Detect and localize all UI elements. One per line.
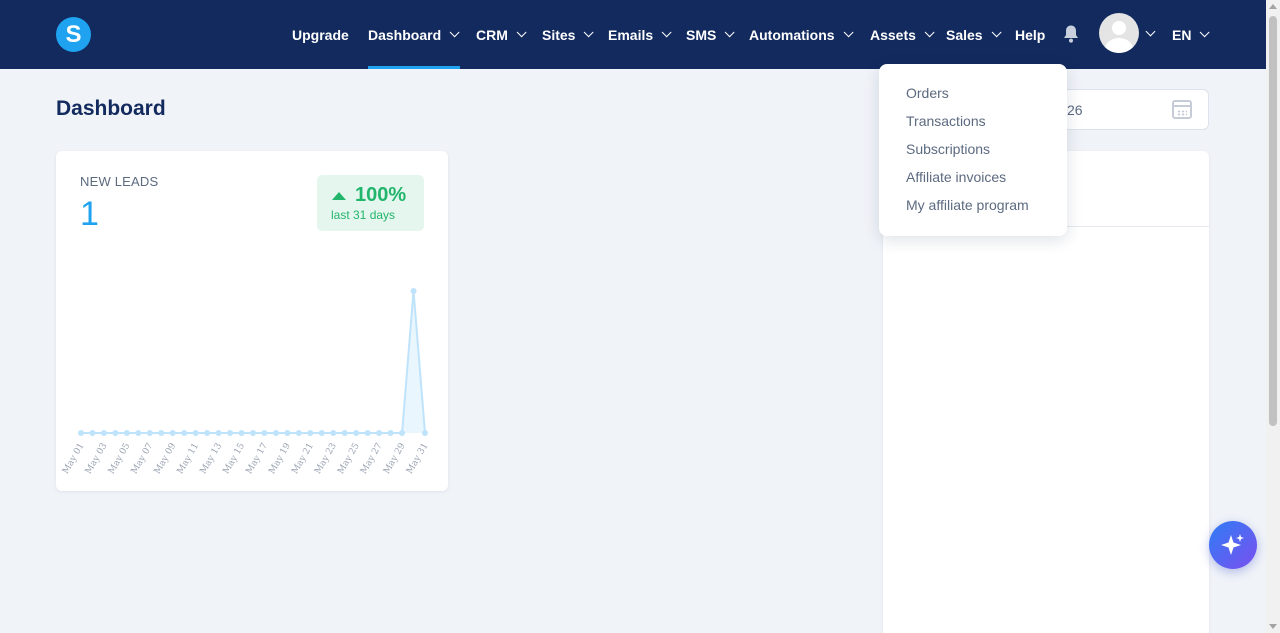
chart-point xyxy=(215,430,222,436)
nav-sms-label: SMS xyxy=(686,26,717,43)
nav-upgrade[interactable]: Upgrade xyxy=(292,0,349,69)
chart-point xyxy=(192,430,199,436)
chart-point xyxy=(272,430,279,436)
x-tick-label: May 21 xyxy=(290,442,316,476)
nav-sales[interactable]: Sales xyxy=(946,0,1002,69)
page-title: Dashboard xyxy=(56,97,166,120)
menu-item-subscriptions[interactable]: Subscriptions xyxy=(906,141,990,157)
chart-point xyxy=(146,430,153,436)
menu-item-transactions[interactable]: Transactions xyxy=(906,113,986,129)
nav-automations-label: Automations xyxy=(749,26,835,43)
nav-assets-label: Assets xyxy=(870,26,916,43)
chart-point xyxy=(410,288,417,294)
nav-dashboard[interactable]: Dashboard xyxy=(368,0,460,69)
chevron-down-icon xyxy=(991,27,1002,38)
chart-point xyxy=(135,430,142,436)
x-tick-label: May 11 xyxy=(176,442,202,476)
chart-point xyxy=(422,430,428,436)
brand-logo[interactable]: S xyxy=(56,17,91,52)
nav-help-label: Help xyxy=(1015,26,1046,43)
nav-assets[interactable]: Assets xyxy=(870,0,935,69)
new-leads-card: NEW LEADS 1 100% last 31 days May 01 May … xyxy=(56,151,448,491)
x-tick-label: May 01 xyxy=(61,442,87,476)
chart-point xyxy=(158,430,165,436)
chart-point xyxy=(227,430,234,436)
chart-point xyxy=(169,430,176,436)
chart-point xyxy=(204,430,211,436)
chart-point xyxy=(100,430,107,436)
chart-point xyxy=(284,430,291,436)
chevron-down-icon xyxy=(449,27,460,38)
chart-point xyxy=(89,430,96,436)
chart-area xyxy=(81,291,425,433)
chart-point xyxy=(387,430,394,436)
chart-point xyxy=(123,430,130,436)
nav-emails[interactable]: Emails xyxy=(608,0,672,69)
chevron-down-icon xyxy=(516,27,527,38)
chevron-down-icon xyxy=(725,27,735,38)
chart-point xyxy=(341,430,348,436)
chevron-down-icon xyxy=(584,27,595,38)
sparkle-icon xyxy=(1221,534,1244,555)
nav-upgrade-label: Upgrade xyxy=(292,26,349,43)
chart-point xyxy=(250,430,256,436)
chevron-down-icon xyxy=(843,27,854,38)
chart-point xyxy=(181,430,188,436)
chart-point xyxy=(353,430,360,436)
language-selector[interactable]: EN xyxy=(1172,0,1211,69)
scroll-thumb[interactable] xyxy=(1269,16,1277,426)
nav-automations[interactable]: Automations xyxy=(749,0,854,69)
nav-crm[interactable]: CRM xyxy=(476,0,527,69)
nav-sales-label: Sales xyxy=(946,26,983,43)
menu-item-orders[interactable]: Orders xyxy=(906,85,949,101)
chart-point xyxy=(78,430,84,436)
chart-point xyxy=(364,430,371,436)
chart-point xyxy=(307,430,314,436)
bell-icon[interactable] xyxy=(1062,24,1080,44)
chart-point xyxy=(318,430,325,436)
chart-point xyxy=(295,430,302,436)
scroll-up-icon[interactable] xyxy=(1269,4,1277,9)
nav-sms[interactable]: SMS xyxy=(686,0,735,69)
chevron-down-icon[interactable] xyxy=(1145,26,1156,37)
nav-crm-label: CRM xyxy=(476,26,508,43)
chevron-down-icon xyxy=(924,27,935,38)
chevron-down-icon xyxy=(661,27,672,38)
menu-item-affiliate-invoices[interactable]: Affiliate invoices xyxy=(906,169,1006,185)
sales-dropdown-menu: Orders Transactions Subscriptions Affili… xyxy=(879,64,1067,236)
page-scrollbar[interactable] xyxy=(1266,0,1280,633)
chart-point xyxy=(112,430,119,436)
nav-sites-label: Sites xyxy=(542,26,576,43)
scroll-down-icon[interactable] xyxy=(1269,624,1277,629)
chart-line xyxy=(81,290,426,434)
assistant-button[interactable] xyxy=(1209,521,1257,569)
language-label: EN xyxy=(1172,26,1192,43)
new-leads-chart: May 01May 03May 05May 07May 09May 11May … xyxy=(61,288,431,476)
chart-point xyxy=(261,430,268,436)
chart-point xyxy=(399,430,406,436)
menu-item-my-affiliate-program[interactable]: My affiliate program xyxy=(906,197,1029,213)
user-avatar[interactable] xyxy=(1099,13,1139,53)
chart-point xyxy=(376,430,383,436)
chart-point xyxy=(330,430,337,436)
nav-sites[interactable]: Sites xyxy=(542,0,595,69)
x-tick-label: May 31 xyxy=(405,442,431,476)
nav-dashboard-label: Dashboard xyxy=(368,26,442,43)
nav-help[interactable]: Help xyxy=(1015,0,1045,69)
chart-point xyxy=(238,430,245,436)
top-navbar: S Upgrade Dashboard CRM Sites Emails SMS… xyxy=(0,0,1266,69)
chevron-down-icon xyxy=(1200,27,1211,38)
calendar-icon[interactable] xyxy=(1172,100,1192,119)
date-range-text: 26 xyxy=(1067,102,1083,118)
nav-emails-label: Emails xyxy=(608,26,654,43)
